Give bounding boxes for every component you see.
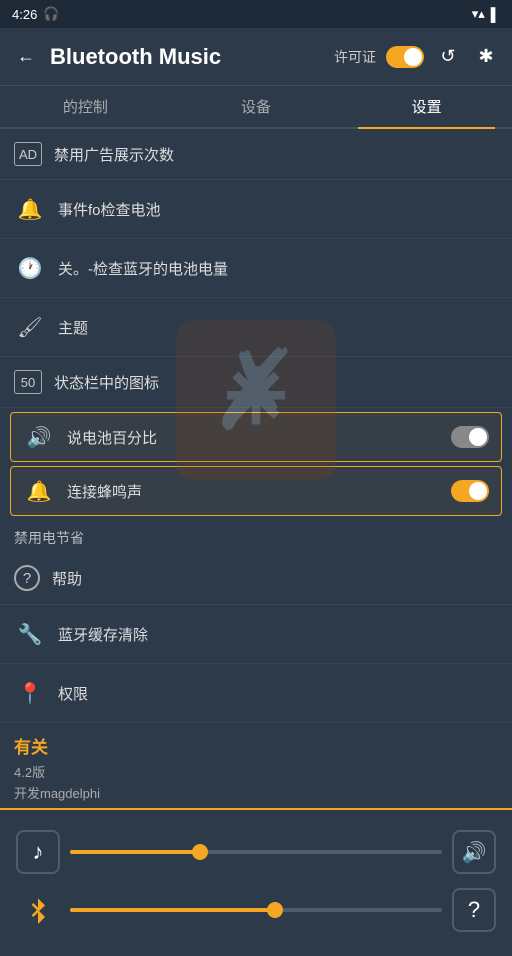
ads-icon: AD: [14, 142, 42, 166]
music-slider-row: ♪ 🔊: [16, 830, 496, 874]
back-button[interactable]: ←: [12, 43, 40, 71]
toggle-row-connect-beep[interactable]: 🔔 连接蜂鸣声: [10, 466, 502, 516]
bt-slider-container[interactable]: [70, 908, 442, 912]
setting-label-battery-check: 事件fo检查电池: [58, 199, 498, 220]
wifi-icon: ▾▴: [472, 6, 485, 22]
about-version: 4.2版: [14, 762, 498, 781]
permission-label: 许可证: [334, 47, 376, 67]
page-title: Bluetooth Music: [50, 44, 324, 70]
header: ← Bluetooth Music 许可证 ↺ ✱: [0, 28, 512, 86]
setting-label-ads: 禁用广告展示次数: [54, 144, 498, 165]
setting-bt-cache[interactable]: 🔧 蓝牙缓存清除: [0, 605, 512, 664]
battery-icon: ▌: [491, 7, 500, 22]
toggle-label-connect-beep: 连接蜂鸣声: [67, 481, 451, 502]
bt-slider-thumb[interactable]: [267, 902, 283, 918]
settings-list: AD 禁用广告展示次数 🔔 事件fo检查电池 🕐 关。-检查蓝牙的电池电量 🖌 …: [0, 129, 512, 808]
refresh-button[interactable]: ↺: [434, 43, 462, 71]
clock-icon: 🕐: [14, 252, 46, 284]
bt-slider-track: [70, 908, 442, 912]
statusbar-icon: 50: [14, 370, 42, 394]
section-disable-power-save: 禁用电节省: [0, 520, 512, 552]
bell-small-icon: 🔔: [23, 475, 55, 507]
speaker-icon: 🔊: [23, 421, 55, 453]
bell-icon: 🔔: [14, 193, 46, 225]
music-slider-container[interactable]: [70, 850, 442, 854]
music-slider-thumb[interactable]: [192, 844, 208, 860]
setting-battery-check[interactable]: 🔔 事件fo检查电池: [0, 180, 512, 239]
tab-device[interactable]: 设备: [171, 86, 342, 127]
theme-icon: 🖌: [14, 311, 46, 343]
battery-percent-toggle[interactable]: [451, 426, 489, 448]
setting-label-bt-battery: 关。-检查蓝牙的电池电量: [58, 258, 498, 279]
setting-disable-ads[interactable]: AD 禁用广告展示次数: [0, 129, 512, 180]
setting-label-permissions: 权限: [58, 683, 498, 704]
toggle-label-battery-percent: 说电池百分比: [67, 427, 451, 448]
setting-label-bt-cache: 蓝牙缓存清除: [58, 624, 498, 645]
bt-slider-fill: [70, 908, 275, 912]
music-note-icon: ♪: [16, 830, 60, 874]
setting-help[interactable]: ? 帮助: [0, 552, 512, 605]
player-area: ♪ 🔊 ?: [0, 810, 512, 956]
music-slider-fill: [70, 850, 200, 854]
bluetooth-button[interactable]: ✱: [472, 43, 500, 71]
tab-settings[interactable]: 设置: [341, 86, 512, 127]
status-bar: 4:26 🎧 ▾▴ ▌: [0, 0, 512, 28]
connect-beep-toggle[interactable]: [451, 480, 489, 502]
wrench-icon: 🔧: [14, 618, 46, 650]
setting-permissions[interactable]: 📍 权限: [0, 664, 512, 723]
setting-bt-battery[interactable]: 🕐 关。-检查蓝牙的电池电量: [0, 239, 512, 298]
music-slider-track: [70, 850, 442, 854]
location-icon: 📍: [14, 677, 46, 709]
setting-label-help: 帮助: [52, 568, 498, 589]
headphone-icon: 🎧: [43, 6, 59, 22]
toggle-row-battery-percent[interactable]: 🔊 说电池百分比: [10, 412, 502, 462]
bt-slider-row: ?: [16, 888, 496, 932]
about-section: 有关 4.2版 开发magdelphi: [0, 723, 512, 808]
status-time: 4:26: [12, 7, 37, 22]
setting-label-statusbar: 状态栏中的图标: [54, 372, 498, 393]
help-icon: ?: [14, 565, 40, 591]
help-circle-button[interactable]: ?: [452, 888, 496, 932]
permission-toggle[interactable]: [386, 46, 424, 68]
about-developer: 开发magdelphi: [14, 783, 498, 802]
bluetooth-icon-player: [16, 888, 60, 932]
about-title: 有关: [14, 733, 498, 758]
setting-statusbar[interactable]: 50 状态栏中的图标: [0, 357, 512, 408]
header-right: 许可证 ↺ ✱: [334, 43, 500, 71]
tab-control[interactable]: 的控制: [0, 86, 171, 127]
setting-theme[interactable]: 🖌 主题: [0, 298, 512, 357]
volume-button[interactable]: 🔊: [452, 830, 496, 874]
tabs-bar: 的控制 设备 设置: [0, 86, 512, 129]
setting-label-theme: 主题: [58, 317, 498, 338]
